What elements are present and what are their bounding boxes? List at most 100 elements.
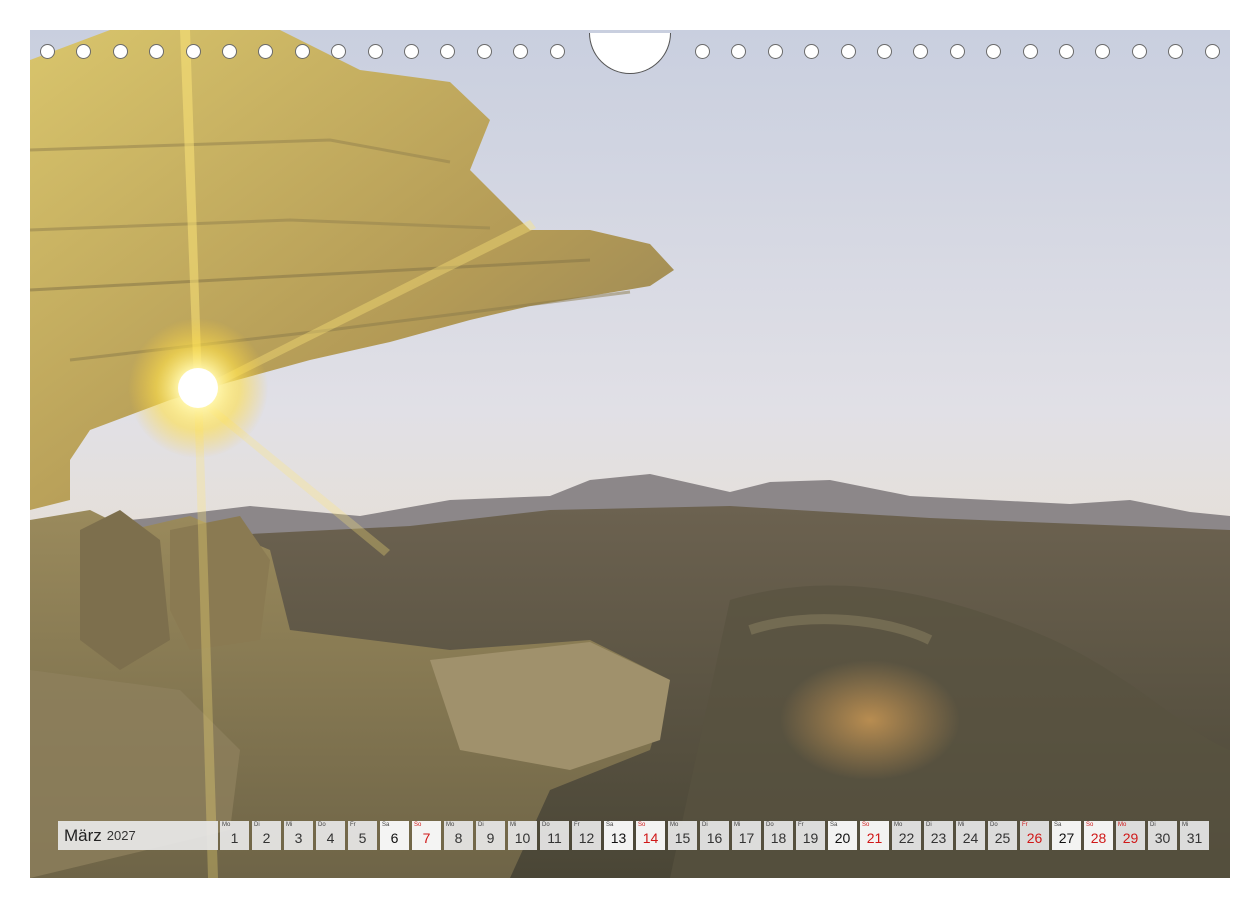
day-cell: Mi 17 — [732, 821, 761, 850]
day-abbr: Di — [926, 822, 932, 828]
day-number: 18 — [770, 830, 787, 846]
day-row: Mo 1 Di 2 Mi 3 Do 4 Fr 5 Sa 6 So 7 Mo 8 Di 9 Mi 10 Do 11 Fr 12 S… — [220, 821, 1209, 850]
day-cell: Mo 29 — [1116, 821, 1145, 850]
day-number: 4 — [326, 830, 335, 846]
day-number: 1 — [230, 830, 239, 846]
day-abbr: Do — [318, 822, 326, 828]
day-number: 24 — [962, 830, 979, 846]
day-abbr: Di — [702, 822, 708, 828]
day-number: 11 — [547, 830, 562, 846]
day-cell: Do 25 — [988, 821, 1017, 850]
day-number: 17 — [738, 830, 755, 846]
day-number: 14 — [642, 830, 659, 846]
day-number: 22 — [898, 830, 915, 846]
day-cell: Di 30 — [1148, 821, 1177, 850]
day-abbr: Mi — [734, 822, 741, 828]
day-abbr: Mo — [446, 822, 455, 828]
day-number: 9 — [486, 830, 495, 846]
day-number: 8 — [454, 830, 463, 846]
day-abbr: So — [1086, 822, 1094, 828]
day-abbr: Mi — [958, 822, 965, 828]
day-number: 6 — [390, 830, 399, 846]
day-cell: Sa 6 — [380, 821, 409, 850]
day-number: 13 — [610, 830, 627, 846]
day-abbr: Fr — [798, 822, 804, 828]
landscape-photo — [30, 30, 1230, 878]
day-cell: Fr 5 — [348, 821, 377, 850]
day-cell: Mo 22 — [892, 821, 921, 850]
day-abbr: Di — [478, 822, 484, 828]
day-cell: So 28 — [1084, 821, 1113, 850]
day-abbr: Mi — [286, 822, 293, 828]
day-number: 25 — [994, 830, 1011, 846]
day-cell: Mo 1 — [220, 821, 249, 850]
day-abbr: Sa — [606, 822, 614, 828]
day-abbr: Fr — [1022, 822, 1028, 828]
day-number: 12 — [578, 830, 595, 846]
day-cell: Do 11 — [540, 821, 569, 850]
day-cell: Sa 27 — [1052, 821, 1081, 850]
day-number: 5 — [358, 830, 367, 846]
day-cell: Do 4 — [316, 821, 345, 850]
day-number: 28 — [1090, 830, 1107, 846]
day-cell: Fr 26 — [1020, 821, 1049, 850]
day-cell: Mi 3 — [284, 821, 313, 850]
day-number: 3 — [294, 830, 303, 846]
calendar-page — [30, 30, 1230, 878]
day-number: 23 — [930, 830, 947, 846]
day-abbr: Do — [766, 822, 774, 828]
day-abbr: Sa — [382, 822, 390, 828]
day-abbr: Di — [254, 822, 260, 828]
day-abbr: Fr — [574, 822, 580, 828]
day-cell: Mi 31 — [1180, 821, 1209, 850]
day-cell: Di 16 — [700, 821, 729, 850]
day-abbr: So — [862, 822, 870, 828]
day-cell: Di 23 — [924, 821, 953, 850]
day-abbr: Mo — [222, 822, 231, 828]
calendar-strip: März 2027 Mo 1 Di 2 Mi 3 Do 4 Fr 5 Sa 6 So 7 Mo 8 Di 9 Mi 1… — [58, 821, 1209, 850]
day-abbr: So — [638, 822, 646, 828]
day-cell: Sa 20 — [828, 821, 857, 850]
day-number: 2 — [262, 830, 271, 846]
day-cell: Mo 15 — [668, 821, 697, 850]
month-name: März — [64, 825, 102, 845]
day-abbr: Do — [542, 822, 550, 828]
day-cell: Fr 12 — [572, 821, 601, 850]
day-abbr: So — [414, 822, 422, 828]
day-number: 19 — [802, 830, 819, 846]
day-cell: Mi 10 — [508, 821, 537, 850]
day-cell: Di 9 — [476, 821, 505, 850]
day-number: 30 — [1154, 830, 1171, 846]
day-number: 31 — [1186, 830, 1203, 846]
day-abbr: Mi — [510, 822, 517, 828]
day-number: 20 — [834, 830, 851, 846]
day-number: 29 — [1122, 830, 1139, 846]
day-cell: Di 2 — [252, 821, 281, 850]
month-label: März 2027 — [58, 821, 218, 850]
day-abbr: Fr — [350, 822, 356, 828]
day-number: 16 — [706, 830, 723, 846]
day-abbr: Mo — [670, 822, 679, 828]
day-abbr: Sa — [1054, 822, 1062, 828]
day-number: 26 — [1026, 830, 1043, 846]
day-cell: Mi 24 — [956, 821, 985, 850]
day-abbr: Mi — [1182, 822, 1189, 828]
day-abbr: Mo — [1118, 822, 1127, 828]
day-number: 10 — [514, 830, 531, 846]
day-abbr: Sa — [830, 822, 838, 828]
day-cell: So 7 — [412, 821, 441, 850]
day-cell: So 14 — [636, 821, 665, 850]
day-cell: Fr 19 — [796, 821, 825, 850]
day-cell: Sa 13 — [604, 821, 633, 850]
day-number: 15 — [674, 830, 691, 846]
day-cell: Mo 8 — [444, 821, 473, 850]
month-year: 2027 — [106, 828, 136, 843]
day-abbr: Di — [1150, 822, 1156, 828]
day-abbr: Do — [990, 822, 998, 828]
day-number: 27 — [1058, 830, 1075, 846]
day-cell: Do 18 — [764, 821, 793, 850]
day-cell: So 21 — [860, 821, 889, 850]
day-abbr: Mo — [894, 822, 903, 828]
day-number: 21 — [866, 830, 883, 846]
day-number: 7 — [422, 830, 431, 846]
